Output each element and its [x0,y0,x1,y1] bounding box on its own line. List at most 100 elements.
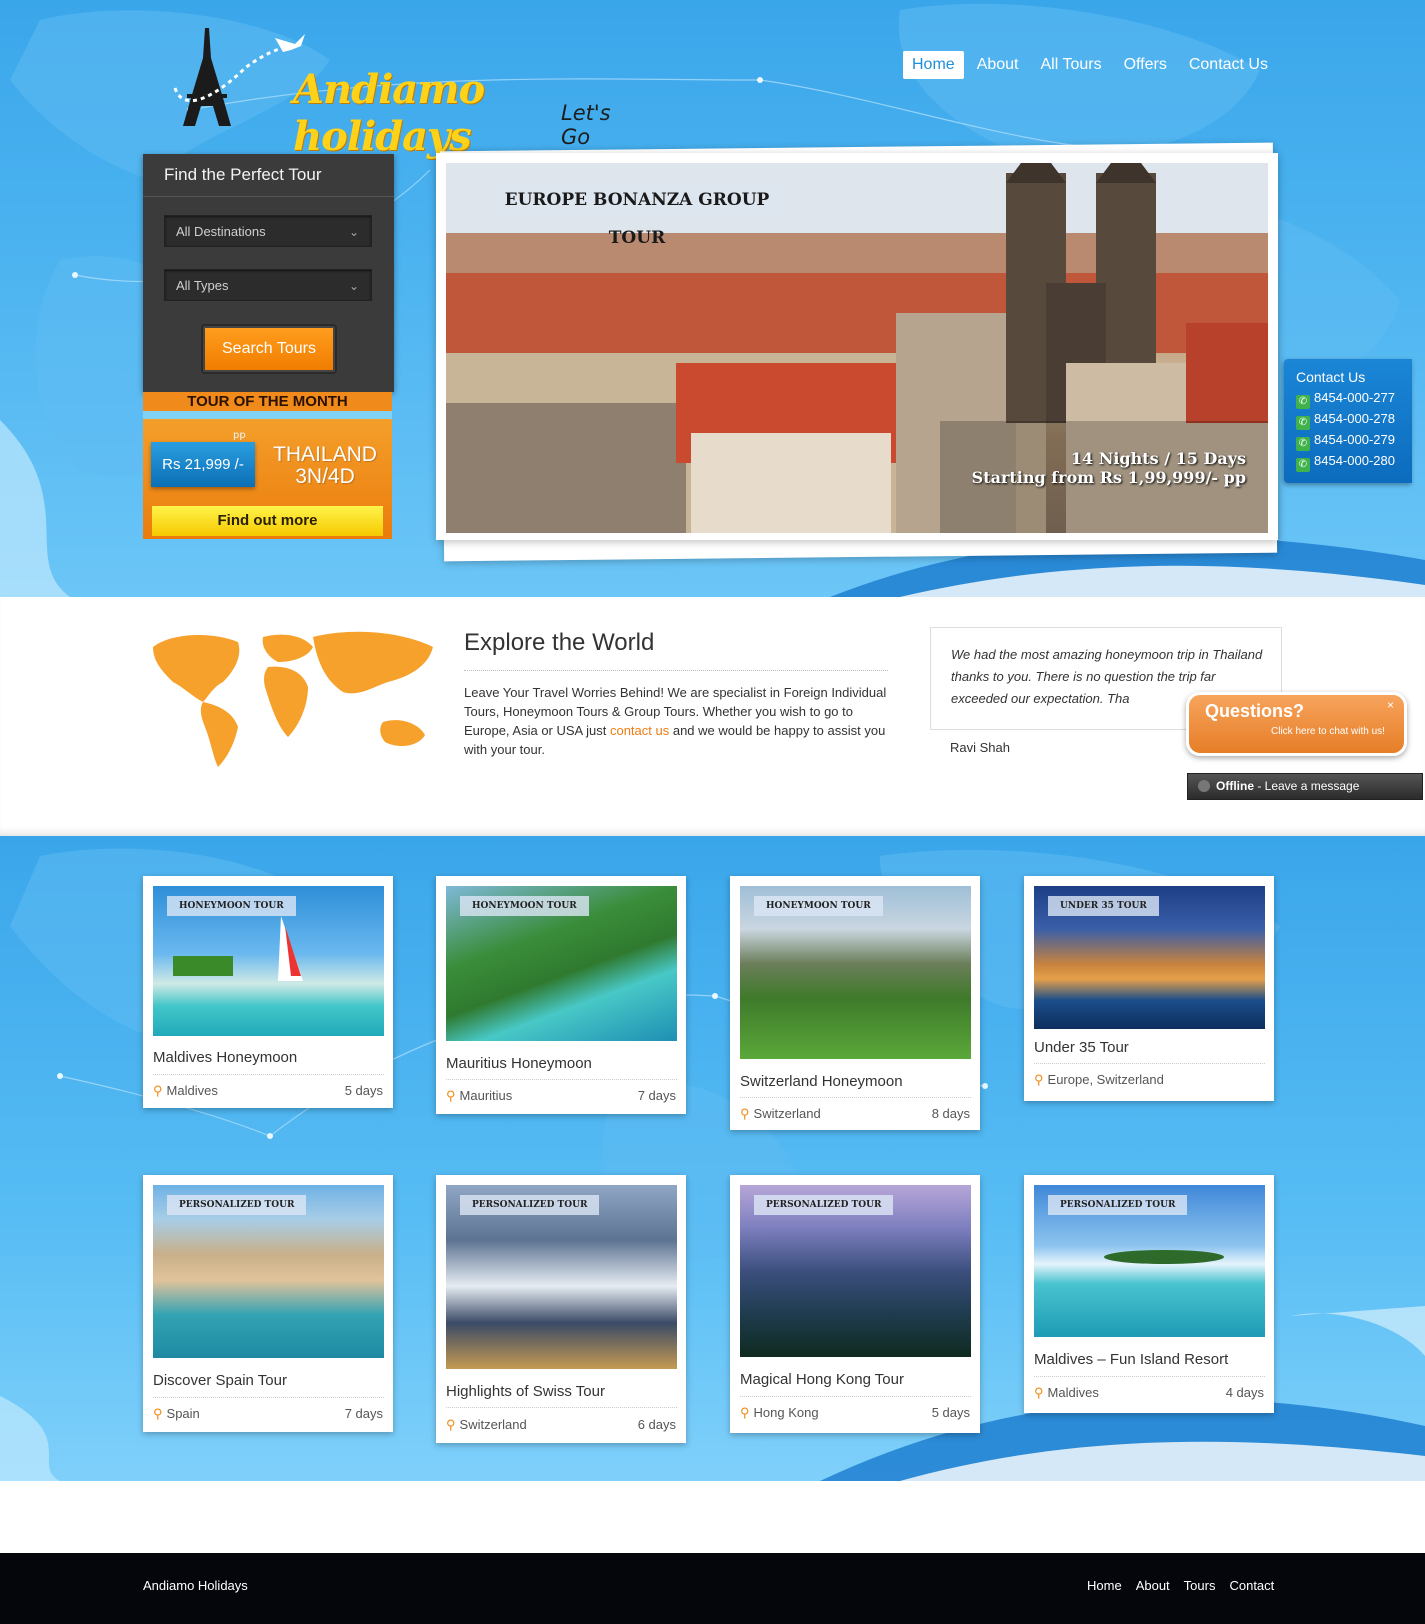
offline-message: - Leave a message [1254,779,1360,793]
close-icon[interactable]: × [1387,698,1394,712]
tour-card[interactable]: PERSONALIZED TOUR Highlights of Swiss To… [436,1175,686,1443]
tour-name[interactable]: Highlights of Swiss Tour [446,1383,605,1400]
tour-card[interactable]: PERSONALIZED TOUR Magical Hong Kong Tour… [730,1175,980,1433]
tour-tag: PERSONALIZED TOUR [460,1195,600,1215]
footer-link-about[interactable]: About [1136,1578,1170,1593]
tour-name[interactable]: Magical Hong Kong Tour [740,1371,904,1388]
chat-subtitle: Click here to chat with us! [1271,726,1385,737]
card-divider [446,1079,677,1080]
tour-location-text: Hong Kong [753,1405,819,1420]
per-person-label: pp [233,430,246,441]
tour-location: ⚲ Mauritius [446,1088,512,1104]
phone-1[interactable]: ✆ 8454-000-277 [1296,390,1395,409]
nav-contact[interactable]: Contact Us [1180,51,1277,79]
phone-3[interactable]: ✆ 8454-000-279 [1296,432,1395,451]
tour-tag: HONEYMOON TOUR [167,896,296,916]
contact-us-link[interactable]: contact us [610,723,669,738]
type-value: All Types [176,278,229,293]
banner-stripe [143,411,392,419]
find-out-more-button[interactable]: Find out more [152,506,383,536]
tour-name[interactable]: Maldives – Fun Island Resort [1034,1351,1228,1368]
search-panel-title: Find the Perfect Tour [143,154,394,197]
map-pin-icon: ⚲ [446,1088,456,1103]
tour-card[interactable]: UNDER 35 TOUR Under 35 Tour ⚲ Europe, Swi… [1024,876,1274,1101]
card-divider [1034,1376,1265,1377]
destination-select[interactable]: All Destinations ⌄ [164,215,372,247]
eiffel-tower-plane-icon [173,28,305,126]
tour-location: ⚲ Switzerland [446,1417,527,1433]
nav-all-tours[interactable]: All Tours [1032,51,1111,79]
footer-nav: Home About Tours Contact [1073,1578,1274,1593]
tour-tag: UNDER 35 TOUR [1048,896,1159,916]
tour-tag: PERSONALIZED TOUR [754,1195,894,1215]
phone-icon: ✆ [1296,416,1310,430]
map-pin-icon: ⚲ [153,1406,163,1421]
footer-link-contact[interactable]: Contact [1229,1578,1274,1593]
main-nav: Home About All Tours Offers Contact Us [899,51,1277,79]
tour-tag: HONEYMOON TOUR [754,896,883,916]
tour-location-text: Europe, Switzerland [1047,1072,1164,1087]
tour-card[interactable]: HONEYMOON TOUR Mauritius Honeymoon ⚲ Maur… [436,876,686,1114]
map-pin-icon: ⚲ [1034,1385,1044,1400]
tour-name[interactable]: Discover Spain Tour [153,1372,287,1389]
slide-caption-price: Starting from Rs 1,99,999/- pp [971,468,1246,487]
tour-days: 7 days [344,1406,383,1421]
tour-location-text: Mauritius [459,1088,513,1103]
tour-location: ⚲ Europe, Switzerland [1034,1072,1164,1088]
tour-name[interactable]: Maldives Honeymoon [153,1049,297,1066]
search-tours-button[interactable]: Search Tours [203,326,335,372]
tour-search-panel: Find the Perfect Tour All Destinations ⌄… [143,154,394,392]
tour-days: 6 days [637,1417,676,1432]
chat-offline-bar[interactable]: Offline - Leave a message [1187,773,1423,800]
explore-text: Leave Your Travel Worries Behind! We are… [464,683,889,759]
tour-days: 7 days [637,1088,676,1103]
phone-number: 8454-000-278 [1314,411,1395,426]
map-pin-icon: ⚲ [446,1417,456,1432]
phone-icon: ✆ [1296,458,1310,472]
footer-link-home[interactable]: Home [1087,1578,1122,1593]
phone-4[interactable]: ✆ 8454-000-280 [1296,453,1395,472]
tour-name[interactable]: Mauritius Honeymoon [446,1055,592,1072]
phone-2[interactable]: ✆ 8454-000-278 [1296,411,1395,430]
tour-name[interactable]: Switzerland Honeymoon [740,1073,903,1090]
slide-caption-duration: 14 Nights / 15 Days [1070,449,1246,468]
tour-days: 5 days [931,1405,970,1420]
tour-location-text: Switzerland [753,1106,821,1121]
footer-link-tours[interactable]: Tours [1184,1578,1216,1593]
tour-of-month-heading: TOUR OF THE MONTH [143,392,392,411]
contact-widget-title: Contact Us [1296,369,1366,385]
tour-price: Rs 21,999 /- [151,442,255,487]
nav-offers[interactable]: Offers [1115,51,1176,79]
chat-questions-bubble[interactable]: Questions? Click here to chat with us! × [1186,692,1407,756]
explore-title: Explore the World [464,629,655,656]
maldives-beach-image: HONEYMOON TOUR [153,886,384,1036]
tour-name[interactable]: Under 35 Tour [1034,1039,1129,1056]
tour-card[interactable]: PERSONALIZED TOUR Maldives – Fun Island … [1024,1175,1274,1413]
chevron-down-icon: ⌄ [348,279,359,293]
type-select[interactable]: All Types ⌄ [164,269,372,301]
map-pin-icon: ⚲ [1034,1072,1044,1087]
card-divider [740,1396,971,1397]
nav-about[interactable]: About [968,51,1028,79]
nav-home[interactable]: Home [903,51,964,79]
card-divider [153,1074,384,1075]
status-dot-icon [1198,780,1210,792]
tour-tag: PERSONALIZED TOUR [1048,1195,1188,1215]
swiss-snow-town-image: PERSONALIZED TOUR [446,1185,677,1369]
brand-tagline: Let's Go [561,101,611,149]
contact-widget[interactable]: Contact Us ✆ 8454-000-277 ✆ 8454-000-278 ✆… [1284,359,1412,483]
slider-image[interactable]: EUROPE BONANZA GROUP TOUR 14 Nights / 15… [446,163,1268,533]
tour-of-month-banner[interactable]: TOUR OF THE MONTH Rs 21,999 /- pp THAILA… [143,392,392,539]
tour-days: 5 days [344,1083,383,1098]
map-pin-icon: ⚲ [740,1405,750,1420]
tour-card[interactable]: HONEYMOON TOUR Maldives Honeymoon ⚲ Maldi… [143,876,393,1108]
card-divider [446,1407,677,1408]
tour-destination-name: THAILAND [273,443,377,466]
logo[interactable]: Andiamo holidays Let's Go [165,28,645,160]
explore-divider [464,670,888,671]
tour-card[interactable]: PERSONALIZED TOUR Discover Spain Tour ⚲ S… [143,1175,393,1432]
hong-kong-skyline-image: PERSONALIZED TOUR [740,1185,971,1357]
chat-title: Questions? [1205,701,1305,721]
tour-card[interactable]: HONEYMOON TOUR Switzerland Honeymoon ⚲ Sw… [730,876,980,1130]
card-divider [153,1397,384,1398]
